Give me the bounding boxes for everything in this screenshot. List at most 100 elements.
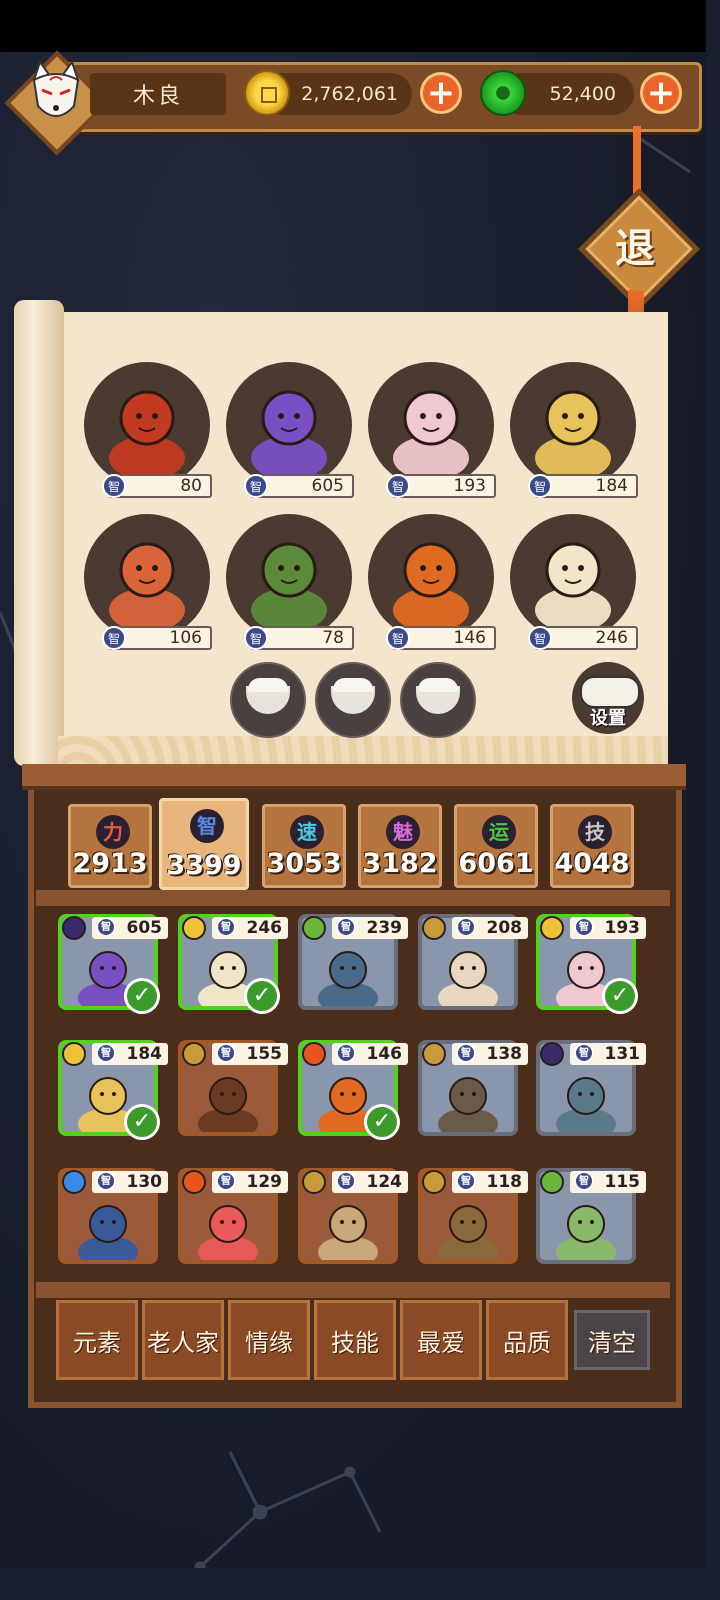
card-intellect-value: 131 (604, 1044, 641, 1064)
team-slot[interactable] (226, 362, 352, 488)
card-intellect-value: 118 (486, 1172, 523, 1192)
character-portrait (109, 390, 185, 480)
slot-intellect-badge: 智 605 (244, 474, 354, 498)
card-intellect-value: 138 (486, 1044, 523, 1064)
stat-glyph: 速 (290, 815, 324, 849)
character-portrait (318, 1205, 378, 1260)
character-portrait (318, 951, 378, 1006)
character-portrait (78, 1205, 138, 1260)
card-intellect-badge: 智 138 (452, 1043, 528, 1065)
water-element-icon (62, 1170, 86, 1194)
team-slot[interactable] (368, 362, 494, 488)
filter-button[interactable]: 品质 (486, 1300, 568, 1380)
filter-button[interactable]: 老人家 (142, 1300, 224, 1380)
earth-element-icon (422, 1042, 446, 1066)
card-intellect-value: 208 (486, 918, 523, 938)
stat-tab[interactable]: 力 2913 (68, 804, 152, 888)
intellect-icon: 智 (528, 474, 552, 498)
team-slot[interactable] (84, 514, 210, 640)
earth-element-icon (302, 1170, 326, 1194)
intellect-icon: 智 (574, 1171, 594, 1191)
team-slot[interactable] (510, 362, 636, 488)
card-intellect-value: 124 (366, 1172, 403, 1192)
slot-intellect-value: 246 (595, 628, 628, 648)
clear-filter-button[interactable]: 清空 (574, 1310, 650, 1370)
slot-intellect-value: 605 (311, 476, 344, 496)
earth-element-icon (422, 916, 446, 940)
filter-button[interactable]: 最爱 (400, 1300, 482, 1380)
card-intellect-value: 129 (246, 1172, 283, 1192)
stat-value: 3399 (166, 850, 242, 881)
selected-check-icon: ✓ (124, 978, 160, 1014)
fire-element-icon (182, 1170, 206, 1194)
card-intellect-value: 184 (126, 1044, 163, 1064)
moon-element-icon (62, 916, 86, 940)
intellect-icon: 智 (336, 917, 356, 937)
team-slot[interactable] (226, 514, 352, 640)
exit-button[interactable]: 退 (578, 188, 700, 310)
intellect-icon: 智 (386, 626, 410, 650)
earth-element-icon (182, 1042, 206, 1066)
card-intellect-value: 246 (246, 918, 283, 938)
empty-slot-bowl[interactable] (315, 662, 391, 738)
stat-tab[interactable]: 运 6061 (454, 804, 538, 888)
player-avatar[interactable] (4, 50, 110, 156)
settings-button[interactable]: 设置 (572, 662, 644, 734)
team-slot[interactable] (510, 514, 636, 640)
intellect-icon: 智 (574, 1043, 594, 1063)
filter-button[interactable]: 情缘 (228, 1300, 310, 1380)
scroll-roll (14, 300, 64, 766)
empty-slot-bowl[interactable] (400, 662, 476, 738)
slot-intellect-value: 193 (453, 476, 486, 496)
intellect-icon: 智 (244, 626, 268, 650)
stat-value: 3053 (266, 848, 342, 879)
card-intellect-badge: 智 155 (212, 1043, 288, 1065)
character-portrait (535, 390, 611, 480)
character-portrait (438, 951, 498, 1006)
team-slot[interactable] (84, 362, 210, 488)
intellect-icon: 智 (96, 1043, 116, 1063)
card-intellect-badge: 智 129 (212, 1171, 288, 1193)
card-intellect-badge: 智 184 (92, 1043, 168, 1065)
moon-element-icon (540, 1042, 564, 1066)
slot-intellect-value: 184 (595, 476, 628, 496)
shelf-divider (36, 1282, 670, 1298)
stat-value: 6061 (458, 848, 534, 879)
character-portrait (198, 1077, 258, 1132)
leaf-element-icon (302, 916, 326, 940)
slot-intellect-badge: 智 246 (528, 626, 638, 650)
add-jade-button[interactable]: + (640, 72, 682, 114)
card-intellect-value: 605 (126, 918, 163, 938)
intellect-icon: 智 (216, 1043, 236, 1063)
intellect-icon: 智 (96, 1171, 116, 1191)
stat-tab[interactable]: 速 3053 (262, 804, 346, 888)
intellect-icon: 智 (456, 1171, 476, 1191)
exit-cord (633, 126, 641, 198)
stat-tab[interactable]: 技 4048 (550, 804, 634, 888)
add-coins-button[interactable]: + (420, 72, 462, 114)
sun-element-icon (540, 916, 564, 940)
character-portrait (251, 390, 327, 480)
team-slot[interactable] (368, 514, 494, 640)
character-portrait (438, 1205, 498, 1260)
character-portrait (393, 390, 469, 480)
stat-value: 4048 (554, 848, 630, 879)
slot-intellect-badge: 智 106 (102, 626, 212, 650)
stat-value: 2913 (72, 848, 148, 879)
card-intellect-badge: 智 118 (452, 1171, 528, 1193)
card-intellect-badge: 智 146 (332, 1043, 408, 1065)
card-intellect-badge: 智 131 (570, 1043, 646, 1065)
stat-glyph: 运 (482, 815, 516, 849)
filter-button[interactable]: 技能 (314, 1300, 396, 1380)
intellect-icon: 智 (336, 1043, 356, 1063)
empty-slot-bowl[interactable] (230, 662, 306, 738)
card-intellect-value: 155 (246, 1044, 283, 1064)
filter-button[interactable]: 元素 (56, 1300, 138, 1380)
character-portrait (438, 1077, 498, 1132)
stat-tab[interactable]: 魅 3182 (358, 804, 442, 888)
selected-check-icon: ✓ (602, 978, 638, 1014)
intellect-icon: 智 (216, 1171, 236, 1191)
stat-tab[interactable]: 智 3399 (159, 798, 249, 890)
gold-coin-icon (244, 70, 290, 116)
character-portrait (198, 1205, 258, 1260)
